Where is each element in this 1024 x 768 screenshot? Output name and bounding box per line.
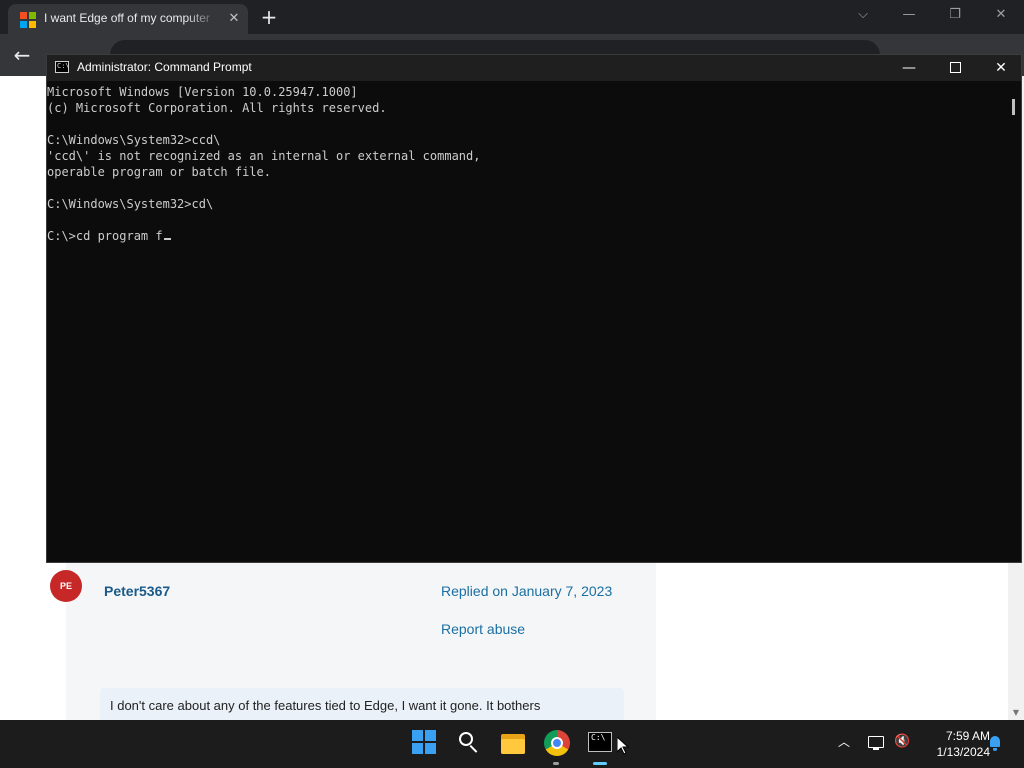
replied-date-link[interactable]: Replied on January 7, 2023 — [441, 583, 612, 599]
post-body: I don't care about any of the features t… — [100, 688, 624, 720]
scroll-down-arrow-icon[interactable]: ▼ — [1008, 708, 1024, 718]
current-command: C:\>cd program f — [47, 229, 163, 243]
tab-close-icon[interactable]: ✕ — [226, 11, 242, 27]
file-explorer-icon[interactable] — [500, 730, 526, 756]
browser-tab-bar: I want Edge off of my computer ✕ + ⌵ — ❐… — [0, 0, 1024, 34]
microsoft-logo-icon — [20, 12, 36, 28]
chrome-running-indicator — [553, 762, 559, 765]
cmd-titlebar[interactable]: C:\ Administrator: Command Prompt — ✕ — [47, 55, 1021, 81]
taskbar: C:\ ︿ 🔇 7:59 AM 1/13/2024 — [0, 720, 1024, 768]
console-line: (c) Microsoft Corporation. All rights re… — [47, 101, 387, 115]
new-tab-button[interactable]: + — [258, 6, 280, 28]
search-icon[interactable] — [457, 730, 483, 756]
browser-close-button[interactable]: ✕ — [990, 6, 1012, 24]
browser-minimize-button[interactable]: — — [898, 6, 920, 24]
maximize-icon — [949, 61, 961, 73]
close-button[interactable]: ✕ — [978, 55, 1024, 81]
text-cursor — [163, 238, 171, 240]
browser-restore-button[interactable]: ❐ — [944, 6, 966, 24]
tab-title: I want Edge off of my computer — [44, 11, 210, 25]
minimize-button[interactable]: — — [886, 55, 932, 81]
network-icon[interactable] — [868, 736, 884, 750]
tab-search-icon[interactable]: ⌵ — [852, 6, 874, 24]
console-output[interactable]: Microsoft Windows [Version 10.0.25947.10… — [47, 81, 1007, 562]
show-hidden-icons-chevron-icon[interactable]: ︿ — [836, 734, 852, 750]
console-line: C:\Windows\System32>cd\ — [47, 197, 214, 211]
page-margin — [0, 76, 46, 720]
post-text: I don't care about any of the features t… — [110, 698, 541, 713]
username-link[interactable]: Peter5367 — [104, 583, 170, 599]
console-line: C:\Windows\System32>ccd\ — [47, 133, 221, 147]
avatar[interactable]: PE — [50, 570, 82, 602]
terminal-icon[interactable]: C:\ — [588, 730, 614, 756]
clock-date: 1/13/2024 — [936, 745, 990, 759]
command-prompt-window[interactable]: C:\ Administrator: Command Prompt — ✕ Mi… — [46, 54, 1022, 563]
console-line: Microsoft Windows [Version 10.0.25947.10… — [47, 85, 358, 99]
chrome-icon[interactable] — [544, 730, 570, 756]
report-abuse-link[interactable]: Report abuse — [441, 621, 525, 637]
windows-start-icon[interactable] — [412, 730, 438, 756]
notification-bell-icon[interactable] — [988, 736, 1002, 752]
volume-muted-icon[interactable]: 🔇 — [894, 734, 912, 750]
clock[interactable]: 7:59 AM 1/13/2024 — [918, 728, 990, 760]
cmd-app-icon: C:\ — [55, 61, 70, 73]
back-arrow-icon[interactable]: ← — [10, 44, 34, 66]
active-app-indicator — [593, 762, 607, 765]
window-title: Administrator: Command Prompt — [77, 60, 252, 74]
cmd-scrollbar[interactable] — [1007, 81, 1021, 562]
clock-time: 7:59 AM — [945, 729, 990, 743]
maximize-button[interactable] — [932, 55, 978, 81]
console-input-line[interactable]: C:\>cd program f — [47, 228, 171, 244]
cmd-scroll-thumb[interactable] — [1012, 99, 1015, 115]
console-line: 'ccd\' is not recognized as an internal … — [47, 149, 481, 163]
console-line: operable program or batch file. — [47, 165, 271, 179]
browser-tab[interactable]: I want Edge off of my computer ✕ — [8, 4, 248, 34]
